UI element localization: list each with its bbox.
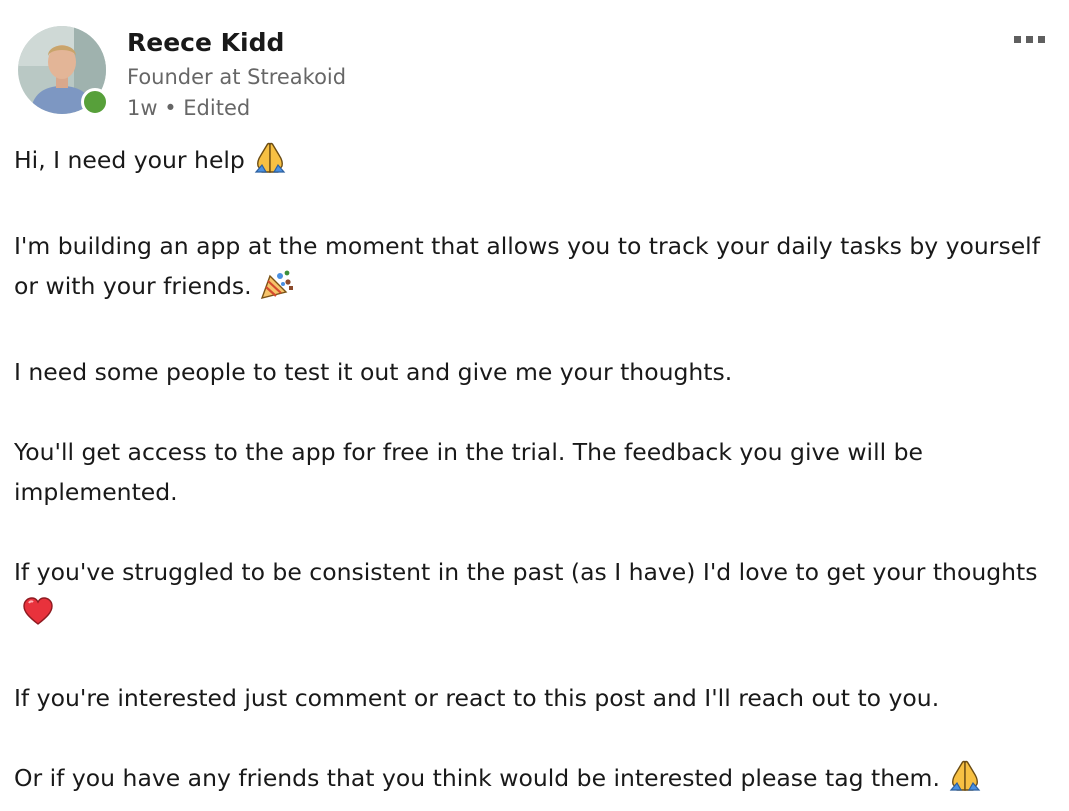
post-text: Or if you have any friends that you thin… [14,764,940,792]
post-paragraph: If you've struggled to be consistent in … [14,552,1054,638]
post-paragraph: If you're interested just comment or rea… [14,678,1054,718]
more-options-button[interactable] [1002,28,1056,50]
post-text: You'll get access to the app for free in… [14,438,923,506]
post-text: Hi, I need your help [14,146,245,174]
post-card: Reece Kidd Founder at Streakoid 1w • Edi… [0,0,1069,811]
online-status-indicator [81,88,109,116]
author-avatar[interactable] [18,26,109,116]
party-popper-icon [260,268,294,312]
red-heart-icon [22,596,54,638]
post-paragraph: You'll get access to the app for free in… [14,432,1054,512]
folded-hands-icon [948,760,982,804]
post-paragraph: I need some people to test it out and gi… [14,352,1054,392]
post-paragraph: I'm building an app at the moment that a… [14,226,1054,312]
post-text: If you're interested just comment or rea… [14,684,940,712]
post-paragraph: Or if you have any friends that you thin… [14,758,1054,804]
post-timestamp: 1w • Edited [127,96,251,120]
more-horizontal-icon [1025,35,1033,43]
folded-hands-icon [253,142,287,186]
more-horizontal-icon [1037,35,1045,43]
post-text: I need some people to test it out and gi… [14,358,733,386]
post-paragraph: Hi, I need your help [14,140,1054,186]
post-text: I'm building an app at the moment that a… [14,232,1040,300]
post-body: Hi, I need your help I'm building an app… [14,140,1054,804]
author-name[interactable]: Reece Kidd [127,28,284,57]
author-headline: Founder at Streakoid [127,65,347,89]
post-text: If you've struggled to be consistent in … [14,558,1038,586]
more-horizontal-icon [1013,35,1021,43]
